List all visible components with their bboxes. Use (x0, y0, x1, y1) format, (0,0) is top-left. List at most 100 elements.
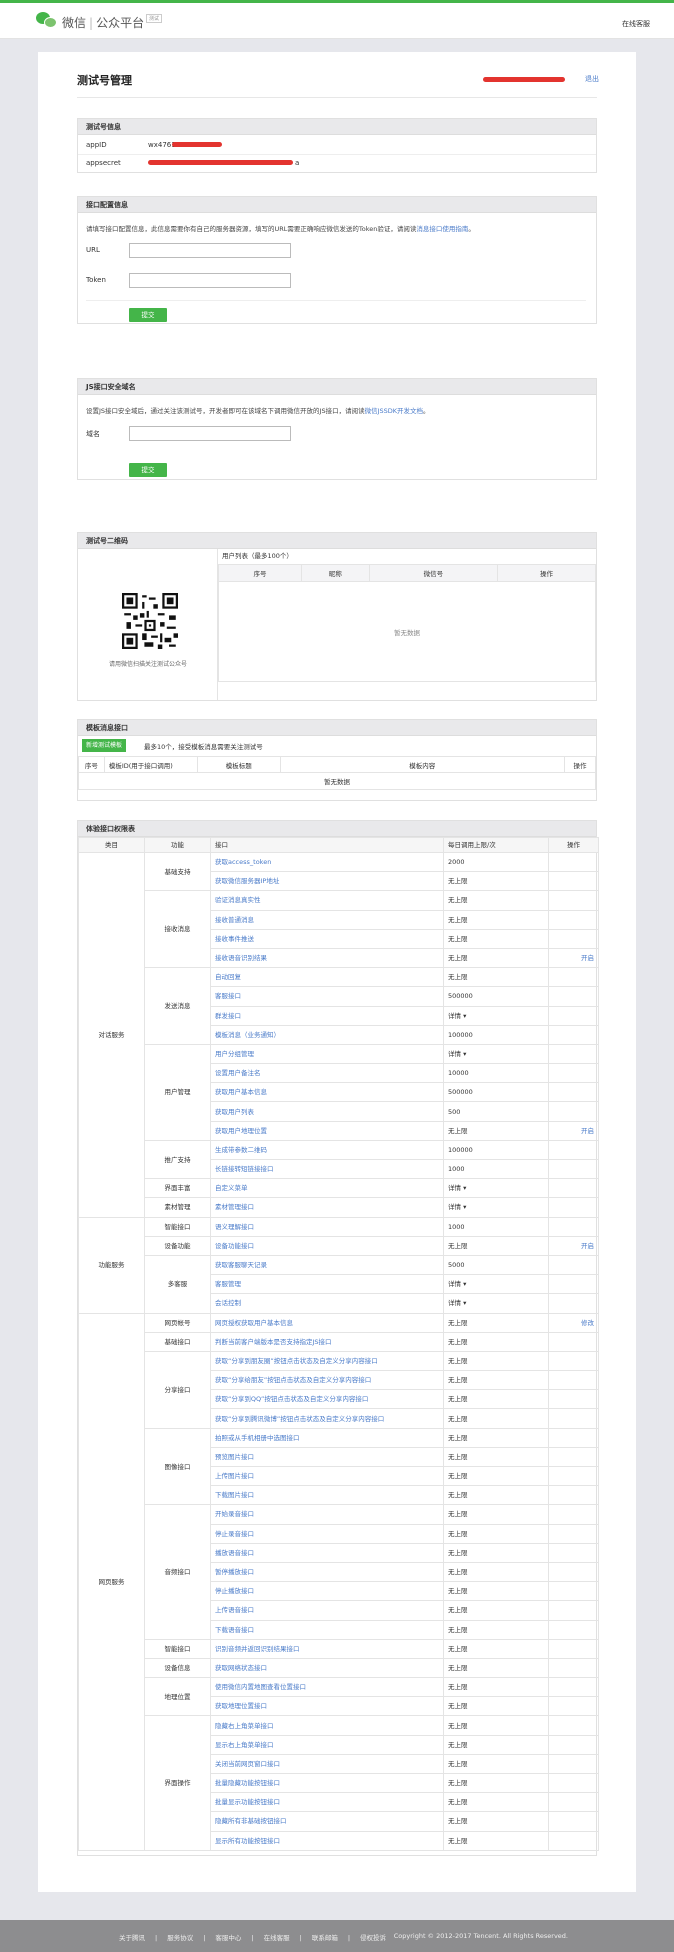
limit-cell[interactable]: 详情 ▾ (443, 1274, 549, 1295)
add-template-button[interactable]: 新增测试模板 (82, 739, 127, 752)
limit-cell: 无上限 (443, 1523, 549, 1544)
footer-link[interactable]: 侵权投诉 (355, 1934, 391, 1942)
message-guide-link[interactable]: 消息接口使用指南 (416, 225, 468, 233)
footer-link[interactable]: 关于腾讯 (114, 1934, 150, 1942)
table-row: 界面丰富 自定义菜单 详情 ▾ (79, 1178, 599, 1199)
js-submit-button[interactable]: 提交 (129, 463, 167, 477)
api-link[interactable]: 隐藏右上角菜单接口 (215, 1722, 274, 1730)
beta-badge: 测试 (146, 14, 163, 23)
api-link[interactable]: 关闭当前网页窗口接口 (215, 1760, 280, 1768)
qr-code-image (122, 593, 178, 649)
api-link[interactable]: 显示所有功能按钮接口 (215, 1837, 280, 1845)
api-link[interactable]: 显示右上角菜单接口 (215, 1741, 274, 1749)
api-link[interactable]: 隐藏所有非基础按钮接口 (215, 1817, 287, 1825)
api-link[interactable]: 接收语音识别结果 (215, 954, 267, 962)
row-action-link[interactable]: 开启 (581, 1127, 594, 1135)
limit-cell: 无上限 (443, 1734, 549, 1755)
api-link[interactable]: 获取客服聊天记录 (215, 1261, 267, 1269)
api-link[interactable]: 停止录音接口 (215, 1530, 254, 1538)
limit-cell[interactable]: 详情 ▾ (443, 1293, 549, 1314)
api-cell: 隐藏右上角菜单接口 (210, 1715, 444, 1736)
api-cell: 关闭当前网页窗口接口 (210, 1753, 444, 1775)
api-link[interactable]: 识别音频并返回识别结果接口 (215, 1645, 300, 1653)
row-action-link[interactable]: 修改 (581, 1319, 594, 1327)
api-link[interactable]: 播放语音接口 (215, 1549, 254, 1557)
api-link[interactable]: 客服接口 (215, 992, 241, 1000)
footer-link[interactable]: 客服中心 (210, 1934, 246, 1942)
limit-cell[interactable]: 详情 ▾ (443, 1043, 549, 1065)
api-link[interactable]: 获取用户列表 (215, 1108, 254, 1116)
api-link[interactable]: 素材管理接口 (215, 1203, 254, 1211)
api-link[interactable]: 语义理解接口 (215, 1223, 254, 1231)
row-action-link[interactable]: 开启 (581, 954, 594, 962)
table-row: 发送消息 自动回复 无上限 (79, 967, 599, 1045)
api-link[interactable]: 预览图片接口 (215, 1453, 254, 1461)
limit-cell: 无上限 (443, 1561, 549, 1583)
api-link[interactable]: 群发接口 (215, 1012, 241, 1020)
api-link[interactable]: 用户分组管理 (215, 1050, 254, 1058)
api-link[interactable]: 会话控制 (215, 1299, 241, 1307)
table-row: 网页服务 网页帐号 网页授权获取用户基本信息 无上限 修改 (78, 1312, 599, 1851)
action-cell (548, 928, 599, 949)
api-link[interactable]: 获取网络状态接口 (215, 1664, 267, 1672)
appsecret-value: a (295, 159, 300, 167)
api-link[interactable]: 使用微信内置地图查看位置接口 (215, 1683, 306, 1691)
api-link[interactable]: 设置用户备注名 (215, 1069, 261, 1077)
api-link[interactable]: 获取“分享给朋友”按钮点击状态及自定义分享内容接口 (215, 1376, 371, 1384)
api-link[interactable]: 开始录音接口 (215, 1510, 254, 1518)
api-link[interactable]: 生成带参数二维码 (215, 1146, 267, 1154)
api-link[interactable]: 判断当前客户端版本是否支持指定JS接口 (215, 1338, 332, 1346)
action-cell (548, 1427, 599, 1448)
api-cell: 批量显示功能按钮接口 (210, 1792, 444, 1813)
api-link[interactable]: 获取“分享到腾讯微博”按钮点击状态及自定义分享内容接口 (215, 1415, 384, 1423)
api-link[interactable]: 接收事件推送 (215, 935, 254, 943)
api-link[interactable]: 获取微信服务器IP地址 (215, 877, 279, 885)
jssdk-doc-link[interactable]: 微信JSSDK开发文档 (365, 407, 423, 415)
api-link[interactable]: 网页授权获取用户基本信息 (215, 1319, 293, 1327)
function-cell: 界面丰富 (144, 1178, 211, 1199)
domain-input[interactable] (129, 426, 291, 441)
limit-cell: 无上限 (443, 1600, 549, 1621)
api-link[interactable]: 验证消息真实性 (215, 896, 261, 904)
action-cell (548, 1696, 599, 1717)
api-link[interactable]: 设备功能接口 (215, 1242, 254, 1250)
api-link[interactable]: 长链接转短链接接口 (215, 1165, 274, 1173)
api-link[interactable]: 上传图片接口 (215, 1472, 254, 1480)
footer-link[interactable]: 联系邮箱 (307, 1934, 343, 1942)
api-link[interactable]: 接收普通消息 (215, 916, 254, 924)
limit-cell[interactable]: 详情 ▾ (443, 1005, 549, 1026)
interface-submit-button[interactable]: 提交 (129, 308, 167, 322)
online-service-link[interactable]: 在线客服 (622, 19, 650, 29)
limit-cell[interactable]: 详情 ▾ (443, 1197, 549, 1218)
api-link[interactable]: 获取“分享到朋友圈”按钮点击状态及自定义分享内容接口 (215, 1357, 378, 1365)
url-input[interactable] (129, 243, 291, 258)
api-link[interactable]: 批量隐藏功能按钮接口 (215, 1779, 280, 1787)
api-link[interactable]: 获取access_token (215, 858, 271, 866)
api-link[interactable]: 拍照或从手机相册中选图接口 (215, 1434, 300, 1442)
api-link[interactable]: 下载图片接口 (215, 1491, 254, 1499)
api-link[interactable]: 获取“分享到QQ”按钮点击状态及自定义分享内容接口 (215, 1395, 368, 1403)
logout-link[interactable]: 退出 (585, 74, 599, 84)
footer-link[interactable]: 服务协议 (162, 1934, 198, 1942)
api-link[interactable]: 获取用户基本信息 (215, 1088, 267, 1096)
api-link[interactable]: 停止播放接口 (215, 1587, 254, 1595)
api-cell: 获取“分享到腾讯微博”按钮点击状态及自定义分享内容接口 (210, 1408, 444, 1429)
api-link[interactable]: 模板消息（业务通知） (215, 1031, 280, 1039)
row-action-link[interactable]: 开启 (581, 1242, 594, 1250)
api-link[interactable]: 自动回复 (215, 973, 241, 981)
api-link[interactable]: 获取地理位置接口 (215, 1702, 267, 1710)
api-link[interactable]: 批量显示功能按钮接口 (215, 1798, 280, 1806)
footer-link[interactable]: 在线客服 (259, 1934, 295, 1942)
api-cell: 下载语音接口 (210, 1619, 444, 1640)
limit-cell[interactable]: 详情 ▾ (443, 1178, 549, 1199)
api-link[interactable]: 获取用户地理位置 (215, 1127, 267, 1135)
token-input[interactable] (129, 273, 291, 288)
api-link[interactable]: 暂停播放接口 (215, 1568, 254, 1576)
table-row: 功能服务 智能接口 语义理解接口 1000 (78, 1216, 599, 1314)
brand-name[interactable]: 微信 | 公众平台 (62, 14, 144, 31)
chat-bubble-icon[interactable] (36, 10, 58, 30)
api-link[interactable]: 上传语音接口 (215, 1606, 254, 1614)
api-link[interactable]: 下载语音接口 (215, 1626, 254, 1634)
api-link[interactable]: 自定义菜单 (215, 1184, 248, 1192)
api-link[interactable]: 客服管理 (215, 1280, 241, 1288)
